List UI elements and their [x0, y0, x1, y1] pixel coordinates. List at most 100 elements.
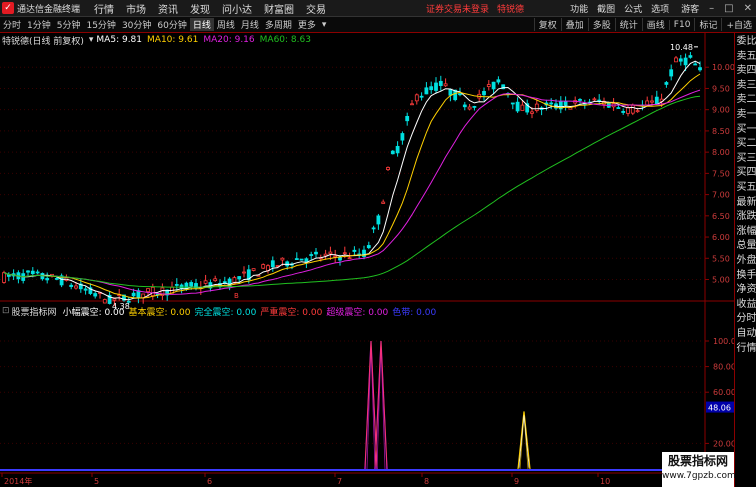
time-tick-label: 8: [424, 477, 429, 486]
f10-button[interactable]: F10: [668, 19, 695, 30]
draw-line-button[interactable]: 画线: [641, 18, 669, 31]
menu-zixun[interactable]: 资讯: [158, 1, 178, 16]
menu-jiaoyi[interactable]: 交易: [306, 1, 326, 16]
sidebar-item-17[interactable]: 净资: [736, 283, 756, 296]
candle-body: [237, 276, 242, 280]
menu-faxian[interactable]: 发现: [190, 1, 210, 16]
menu-gongshi[interactable]: 公式: [624, 2, 642, 15]
sidebar-item-3[interactable]: 卖三: [736, 79, 756, 92]
candle-body: [261, 264, 266, 269]
add-watchlist-button[interactable]: +自选: [721, 18, 756, 31]
price-tick-label: 8.50: [712, 127, 730, 136]
menu-shichang[interactable]: 市场: [126, 1, 146, 16]
tab-weekly[interactable]: 周线: [214, 18, 238, 31]
menu-caifuquan[interactable]: 财富圈: [264, 1, 294, 16]
candle-body: [491, 81, 496, 90]
close-icon[interactable]: ✕: [744, 3, 752, 14]
sidebar-item-21[interactable]: 行情: [736, 342, 756, 355]
candle-body: [645, 100, 650, 106]
tab-monthly[interactable]: 月线: [238, 18, 262, 31]
login-warning[interactable]: 证券交易未登录: [426, 2, 489, 15]
sidebar-item-16[interactable]: 换手: [736, 269, 756, 282]
tab-30min[interactable]: 30分钟: [119, 18, 154, 31]
fuquan-button[interactable]: 复权: [533, 18, 561, 31]
candle-body: [366, 245, 371, 249]
tab-5min[interactable]: 5分钟: [54, 18, 84, 31]
sidebar-item-8[interactable]: 买三: [736, 152, 756, 165]
candle-body: [112, 298, 117, 301]
sidebar-item-7[interactable]: 买二: [736, 137, 756, 150]
sidebar-item-9[interactable]: 买四: [736, 166, 756, 179]
stats-button[interactable]: 统计: [614, 18, 642, 31]
menu-gongneng[interactable]: 功能: [570, 2, 588, 15]
close-indicator-icon[interactable]: ⊡: [2, 306, 10, 316]
indicator-item-4: 超级震空: 0.00: [326, 307, 389, 318]
sidebar-item-12[interactable]: 涨跌: [736, 210, 756, 223]
menu-xuanxiang[interactable]: 选项: [651, 2, 669, 15]
sidebar-item-13[interactable]: 涨幅: [736, 225, 756, 238]
sidebar-item-18[interactable]: 收益: [736, 298, 756, 311]
candle-body: [443, 83, 448, 87]
overlay-button[interactable]: 叠加: [560, 18, 588, 31]
sidebar-item-1[interactable]: 卖五: [736, 50, 756, 63]
sidebar-item-2[interactable]: 卖四: [736, 64, 756, 77]
menu-hangqing[interactable]: 行情: [94, 1, 114, 16]
candle-body: [242, 271, 246, 274]
sidebar-item-15[interactable]: 外盘: [736, 254, 756, 267]
candle-body: [35, 271, 40, 274]
user-label[interactable]: 游客: [681, 2, 699, 15]
maximize-icon[interactable]: □: [724, 3, 733, 14]
tab-1min[interactable]: 1分钟: [24, 18, 54, 31]
sidebar-item-6[interactable]: 买一: [736, 123, 756, 136]
candle-body: [616, 107, 621, 109]
spike-severe-2: [374, 340, 388, 467]
sidebar-item-10[interactable]: 买五: [736, 181, 756, 194]
sidebar-item-4[interactable]: 卖二: [736, 93, 756, 106]
candle-body: [45, 278, 50, 281]
sidebar-item-20[interactable]: 自动: [736, 327, 756, 340]
candle-body: [664, 82, 669, 85]
candle-body: [462, 104, 467, 108]
tab-60min[interactable]: 60分钟: [154, 18, 189, 31]
spike-severe-1: [364, 340, 378, 467]
candle-body: [280, 257, 285, 261]
candle-body: [213, 278, 218, 282]
candle-body: [314, 251, 318, 255]
candle-body: [688, 55, 693, 58]
candle-body: [563, 101, 568, 106]
candle-body: [203, 280, 208, 284]
current-stock-name: 特锐德: [497, 4, 525, 15]
candle-body: [69, 284, 74, 287]
tab-fenshi[interactable]: 分时: [0, 18, 24, 31]
candle-body: [424, 87, 429, 95]
sidebar-item-11[interactable]: 最新: [736, 196, 756, 209]
menu-wenxiaoda[interactable]: 问小达: [222, 1, 252, 16]
candle-body: [438, 80, 443, 86]
tab-more[interactable]: 更多: [295, 18, 319, 31]
multi-stock-button[interactable]: 多股: [587, 18, 615, 31]
candle-body: [102, 299, 107, 304]
minimize-icon[interactable]: –: [709, 3, 714, 14]
candle-body: [328, 251, 333, 255]
menu-jietu[interactable]: 截图: [597, 2, 615, 15]
sidebar-item-0[interactable]: 委比: [736, 35, 756, 48]
tab-15min[interactable]: 15分钟: [83, 18, 118, 31]
candle-body: [93, 293, 98, 297]
candle-body: [174, 284, 179, 286]
watermark-title: 股票指标网: [667, 454, 728, 468]
sidebar-item-14[interactable]: 总量: [736, 239, 756, 252]
tab-daily[interactable]: 日线: [189, 18, 214, 31]
candle-body: [486, 84, 491, 88]
mark-button[interactable]: 标记: [694, 18, 721, 31]
more-dropdown-icon[interactable]: ▾: [319, 20, 330, 30]
app-logo-icon: ✓: [2, 2, 14, 14]
stock-chart[interactable]: 10.484.38B 10.00 9.50 9.00 8.50 8.00 7.50 7.00…: [0, 33, 734, 487]
candle-body: [251, 268, 256, 271]
candle-body: [429, 86, 434, 91]
candle-body: [150, 286, 155, 297]
sidebar-item-19[interactable]: 分时: [736, 312, 756, 325]
time-tick-label: 9: [514, 477, 519, 486]
sidebar-item-5[interactable]: 卖一: [736, 108, 756, 121]
indicator-tick-label: 20.00: [713, 439, 734, 448]
tab-multi-period[interactable]: 多周期: [262, 18, 295, 31]
